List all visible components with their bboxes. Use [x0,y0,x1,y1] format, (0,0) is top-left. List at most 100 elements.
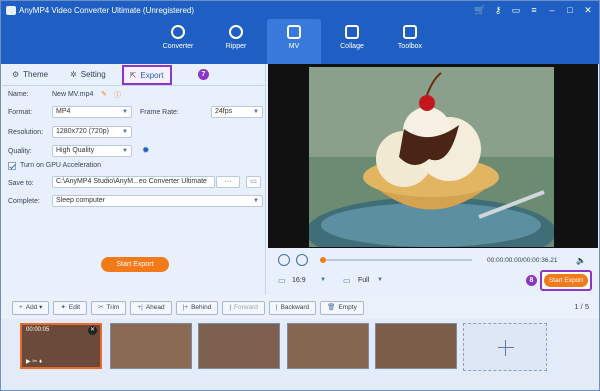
trim-label: Trim [106,304,120,311]
framerate-select[interactable]: 24fps ▼ [211,106,263,118]
app-logo-icon [6,6,16,15]
cart-icon[interactable]: 🛒 [473,4,487,16]
stop-icon[interactable] [296,254,308,266]
edit-button[interactable]: ✦ Edit [53,301,88,315]
clip-controls-icon[interactable]: ▶ ✂ ♦ [26,358,42,365]
edit-name-icon[interactable]: ✎ [101,90,107,98]
timeline-clip[interactable] [110,323,192,369]
callout-badge-export: 7 [198,69,209,80]
behind-icon: |+ [182,304,189,311]
start-export-button[interactable]: Start Export [544,274,588,287]
tab-theme-label: Theme [23,70,49,79]
complete-select[interactable]: Sleep computer ▼ [52,195,263,207]
start-export-button-panel[interactable]: Start Export [101,257,169,272]
timeline-clip[interactable] [375,323,457,369]
volume-icon[interactable]: 🔈 [576,256,586,265]
toolbox-icon [403,25,417,39]
backward-label: Backward [280,304,310,311]
saveto-label: Save to: [8,180,34,187]
minimize-icon[interactable]: – [545,4,559,16]
gpu-label: Turn on GPU Acceleration [20,162,102,169]
nav-collage[interactable]: Collage [325,19,379,64]
forward-button[interactable]: | Forward [222,301,265,315]
close-icon[interactable]: ✕ [581,4,595,16]
magic-wand-icon: ✦ [60,304,66,311]
video-preview [268,64,598,248]
top-bar: AnyMP4 Video Converter Ultimate (Unregis… [1,1,599,64]
resolution-value: 1280x720 (720p) [56,128,109,135]
setting-icon: ✲ [70,70,77,79]
timeline-clip[interactable] [287,323,369,369]
aspect-ratio-value[interactable]: 16:9 [292,277,306,284]
add-label: Add [25,304,38,311]
clip-thumbnail [288,324,368,368]
nav-converter[interactable]: Converter [151,19,205,64]
export-icon: ⇱ [129,71,137,80]
tab-export-label: Export [140,71,164,80]
format-label: Format: [8,109,33,116]
add-button[interactable]: + Add ▾ [12,301,50,315]
theme-icon: ⚙ [12,70,20,79]
chat-icon[interactable]: ▭ [509,4,523,16]
gpu-checkbox[interactable] [8,162,16,170]
view-mode-value[interactable]: Full [358,277,369,284]
format-select[interactable]: MP4 ▼ [52,106,132,118]
timeline-clip[interactable] [198,323,280,369]
quality-select[interactable]: High Quality ▼ [52,145,132,157]
main-nav: Converter Ripper MV Collage Toolbox [151,19,437,64]
remove-clip-icon[interactable]: ✕ [88,326,97,335]
chevron-down-icon[interactable]: ▼ [320,277,326,283]
edit-toolbar: + Add ▾ ✦ Edit ✂ Trim +| Ahead |+ Behind | For… [2,299,599,317]
chevron-down-icon: ▼ [122,109,128,115]
progress-slider[interactable] [322,259,472,261]
timeline: 00:00:05 ✕ ▶ ✂ ♦ [2,319,599,390]
add-clip-button[interactable] [463,323,547,371]
ahead-button[interactable]: +| Ahead [130,301,172,315]
behind-button[interactable]: |+ Behind [175,301,219,315]
nav-toolbox-label: Toolbox [397,43,423,50]
callout-badge-start-export: 8 [526,275,537,286]
window-title: AnyMP4 Video Converter Ultimate (Unregis… [19,6,195,15]
nav-ripper[interactable]: Ripper [209,19,263,64]
converter-icon [171,25,185,39]
chevron-down-icon: ▼ [122,129,128,135]
empty-button[interactable]: 🗑 Empty [320,301,364,315]
chevron-down-icon[interactable]: ▼ [377,277,383,283]
tab-theme[interactable]: ⚙ Theme [6,64,54,86]
framerate-value: 24fps [215,108,233,115]
app-window: AnyMP4 Video Converter Ultimate (Unregis… [0,0,600,391]
ahead-label: Ahead [145,304,165,311]
quality-settings-gear-icon[interactable]: ✹ [142,145,150,156]
time-display: 00:00:00.00/00:00:36.21 [487,257,558,264]
tab-setting[interactable]: ✲ Setting [64,64,112,86]
play-icon[interactable] [278,254,290,266]
browse-button[interactable]: ··· [216,176,240,188]
complete-value: Sleep computer [56,197,106,204]
framerate-label: Frame Rate: [140,109,179,116]
nav-toolbox[interactable]: Toolbox [383,19,437,64]
maximize-icon[interactable]: □ [563,4,577,16]
progress-knob[interactable] [320,257,326,263]
tab-setting-label: Setting [80,70,106,79]
clip-thumbnail [376,324,456,368]
clip-thumbnail [199,324,279,368]
backward-button[interactable]: | Backward [268,301,317,315]
preview-image [309,67,554,247]
complete-label: Complete: [8,198,40,205]
chevron-down-icon: ▼ [122,148,128,154]
quality-value: High Quality [56,147,95,154]
trim-button[interactable]: ✂ Trim [91,301,127,315]
open-folder-icon[interactable]: ▭ [246,176,261,188]
page-total: 5 [584,302,589,311]
tab-export[interactable]: ⇱ Export [121,65,172,85]
menu-icon[interactable]: ≡ [527,4,541,16]
clip-time: 00:00:05 [26,327,50,333]
nav-mv[interactable]: MV [267,19,321,64]
resolution-select[interactable]: 1280x720 (720p) ▼ [52,126,132,138]
key-icon[interactable]: ⚷ [491,4,505,16]
info-icon[interactable]: ⓘ [114,90,121,100]
edit-label: Edit [68,304,81,311]
timeline-clip[interactable]: 00:00:05 ✕ ▶ ✂ ♦ [20,323,102,369]
scissors-icon: ✂ [98,304,104,311]
saveto-path-field[interactable]: C:\AnyMP4 Studio\AnyM...eo Converter Ult… [52,176,215,188]
